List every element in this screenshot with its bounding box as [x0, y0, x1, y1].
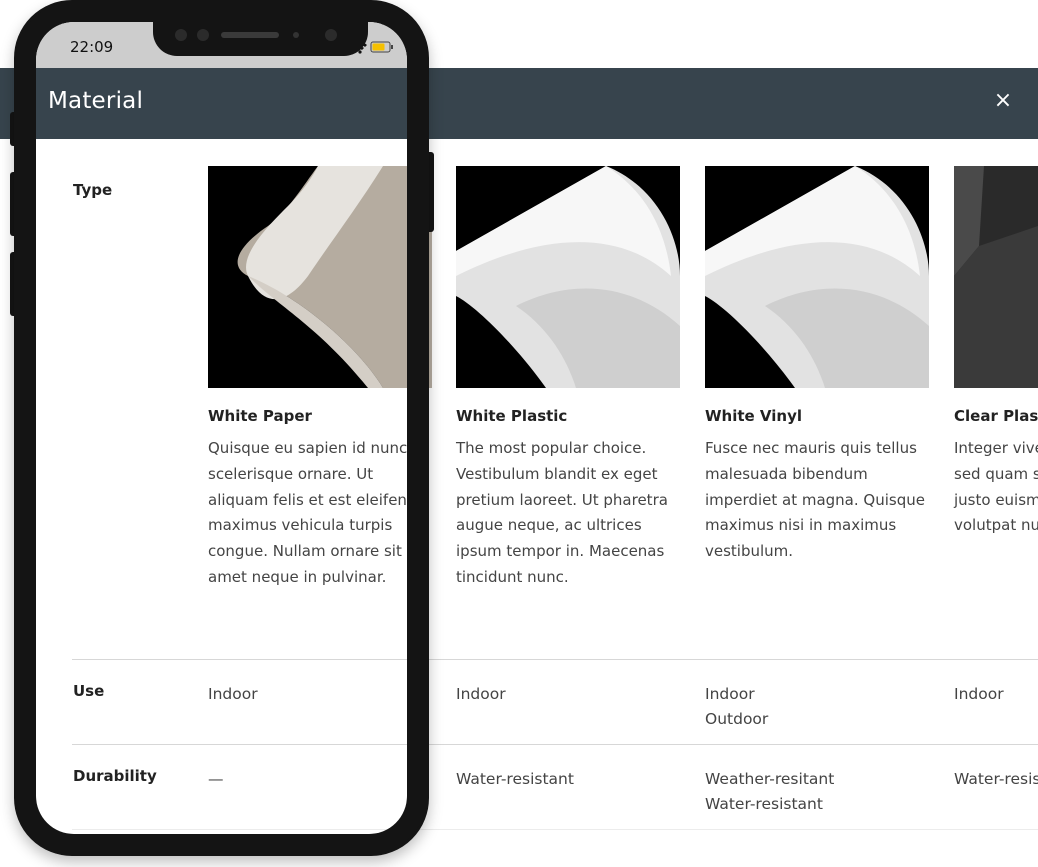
- close-icon[interactable]: ×: [990, 88, 1016, 114]
- sensor-dot: [293, 32, 299, 38]
- durability-value: Water-resistant: [456, 770, 574, 788]
- use-value: Outdoor: [705, 710, 769, 728]
- camera-icon: [197, 29, 209, 41]
- white-vinyl-image: [705, 166, 929, 388]
- use-value: Indoor: [954, 685, 1004, 703]
- phone-frame: 22:09: [14, 0, 429, 856]
- use-value: Indoor: [456, 685, 506, 703]
- white-plastic-image: [456, 166, 680, 388]
- use-value: Indoor: [705, 685, 755, 703]
- material-name: Clear Plastic: [954, 407, 1038, 425]
- status-time: 22:09: [70, 38, 114, 56]
- camera-icon: [175, 29, 187, 41]
- phone-screen: 22:09: [36, 22, 407, 834]
- clear-plastic-image: [954, 166, 1038, 388]
- durability-value: Water-resistant: [954, 770, 1038, 788]
- battery-icon: [370, 41, 393, 53]
- material-description: Integer viverra non rutrum sed quam sagi…: [954, 439, 1038, 535]
- phone-notch: [153, 22, 368, 56]
- durability-value: Weather-resitant: [705, 770, 835, 788]
- material-name: White Plastic: [456, 407, 568, 425]
- material-name: White Vinyl: [705, 407, 803, 425]
- durability-value: Water-resistant: [705, 795, 823, 813]
- material-description: Fusce nec mauris quis tellus malesuada b…: [705, 439, 925, 561]
- front-camera-icon: [325, 29, 337, 41]
- speaker-grille: [221, 32, 279, 38]
- material-description: The most popular choice. Vestibulum blan…: [456, 439, 668, 586]
